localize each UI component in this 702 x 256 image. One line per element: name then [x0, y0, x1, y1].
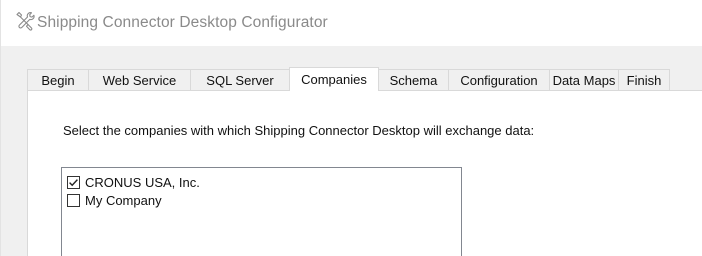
company-checklist[interactable]: CRONUS USA, Inc. My Company [61, 167, 462, 256]
title-bar: Shipping Connector Desktop Configurator [0, 0, 702, 46]
tab-begin[interactable]: Begin [27, 69, 89, 90]
window-title: Shipping Connector Desktop Configurator [37, 14, 328, 31]
company-item-my-company[interactable]: My Company [67, 192, 162, 208]
tab-configuration[interactable]: Configuration [448, 69, 550, 90]
company-label: My Company [85, 192, 162, 208]
tab-companies[interactable]: Companies [289, 67, 379, 91]
company-checkbox-checked[interactable] [67, 175, 80, 189]
tab-finish[interactable]: Finish [618, 69, 670, 90]
company-label: CRONUS USA, Inc. [85, 174, 200, 190]
tab-schema[interactable]: Schema [378, 69, 449, 90]
wizard-tabs: Begin Web Service SQL Server Companies S… [27, 67, 670, 91]
checkmark-icon [69, 178, 78, 186]
tab-sql-server[interactable]: SQL Server [190, 69, 290, 90]
configurator-window: Shipping Connector Desktop Configurator … [0, 0, 702, 256]
window-left-border [0, 0, 1, 256]
tab-web-service[interactable]: Web Service [88, 69, 191, 90]
companies-instruction: Select the companies with which Shipping… [63, 123, 535, 138]
tab-data-maps[interactable]: Data Maps [549, 69, 619, 90]
company-item-cronus-usa[interactable]: CRONUS USA, Inc. [67, 174, 200, 190]
company-checkbox-unchecked[interactable] [67, 193, 80, 207]
wrench-screwdriver-icon [14, 10, 36, 32]
